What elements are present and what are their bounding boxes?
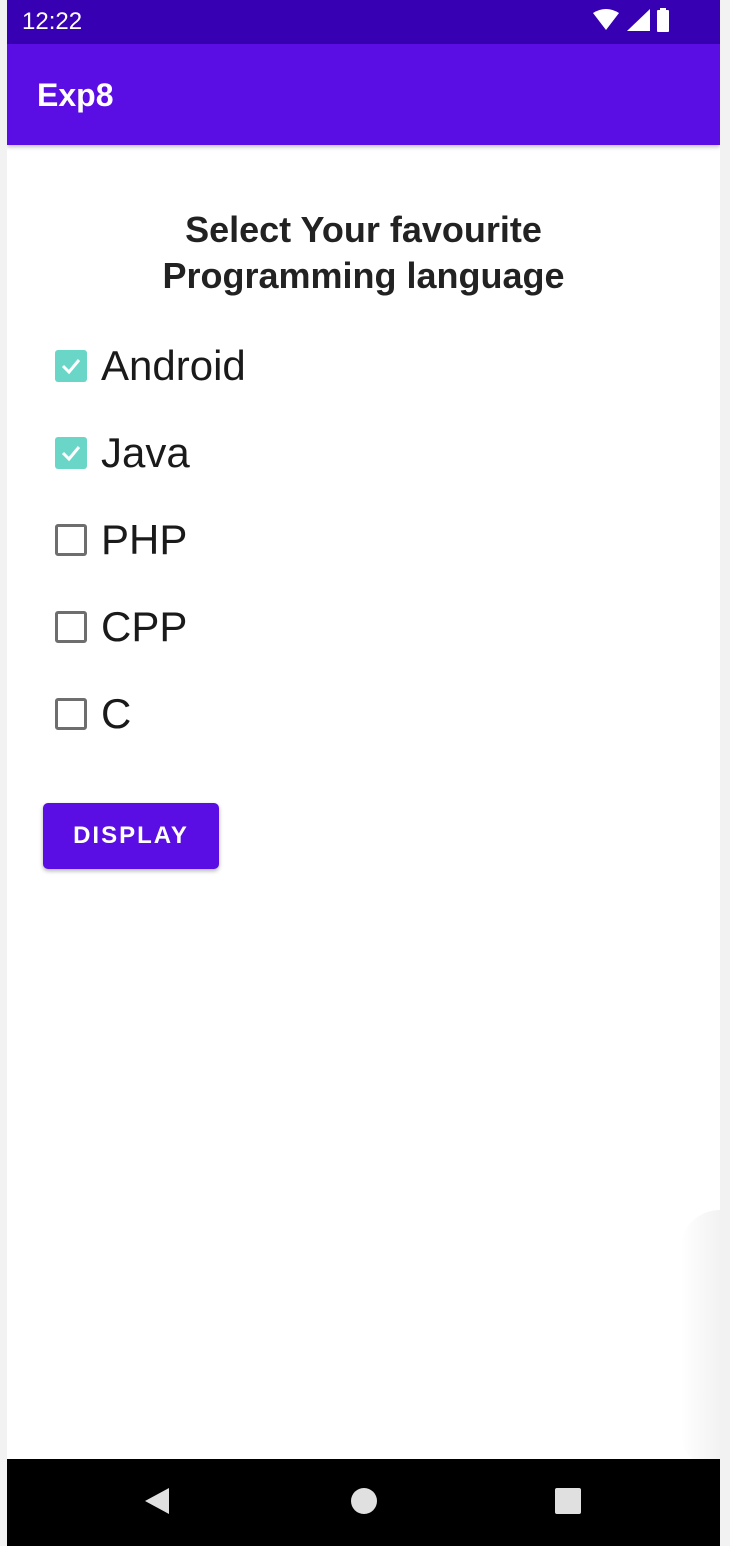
page-title-line-1: Select Your favourite bbox=[185, 209, 542, 250]
battery-icon bbox=[656, 7, 670, 37]
checkbox-unchecked-icon[interactable] bbox=[55, 698, 87, 730]
navigation-bar bbox=[7, 1459, 720, 1546]
back-icon[interactable] bbox=[137, 1481, 177, 1521]
wifi-icon bbox=[592, 8, 620, 36]
status-time: 12:22 bbox=[22, 8, 83, 35]
checkbox-java[interactable]: Java bbox=[55, 428, 190, 478]
cellular-signal-icon bbox=[626, 8, 650, 36]
checkbox-c[interactable]: C bbox=[55, 689, 131, 739]
app-screen: 12:22 Exp8 Select Your favourite Program… bbox=[7, 0, 720, 1546]
checkbox-unchecked-icon[interactable] bbox=[55, 524, 87, 556]
checkbox-android[interactable]: Android bbox=[55, 341, 246, 391]
display-button[interactable]: DISPLAY bbox=[43, 803, 219, 869]
app-bar: Exp8 bbox=[7, 44, 720, 145]
page-title-line-2: Programming language bbox=[162, 255, 565, 296]
app-title: Exp8 bbox=[37, 77, 114, 113]
checkbox-label: CPP bbox=[101, 603, 188, 650]
checkbox-cpp[interactable]: CPP bbox=[55, 602, 187, 652]
status-icons bbox=[592, 7, 670, 37]
edge-shadow bbox=[680, 1210, 720, 1470]
home-icon[interactable] bbox=[344, 1481, 384, 1521]
checkbox-label: Java bbox=[101, 429, 190, 476]
checkbox-unchecked-icon[interactable] bbox=[55, 611, 87, 643]
checkbox-label: C bbox=[101, 690, 132, 737]
checkbox-checked-icon[interactable] bbox=[55, 437, 87, 469]
page-title: Select Your favourite Programming langua… bbox=[7, 207, 720, 299]
checkbox-php[interactable]: PHP bbox=[55, 515, 187, 565]
recents-icon[interactable] bbox=[548, 1481, 588, 1521]
checkbox-checked-icon[interactable] bbox=[55, 350, 87, 382]
status-bar: 12:22 bbox=[7, 0, 720, 44]
checkbox-label: Android bbox=[101, 342, 246, 389]
checkbox-label: PHP bbox=[101, 516, 188, 563]
